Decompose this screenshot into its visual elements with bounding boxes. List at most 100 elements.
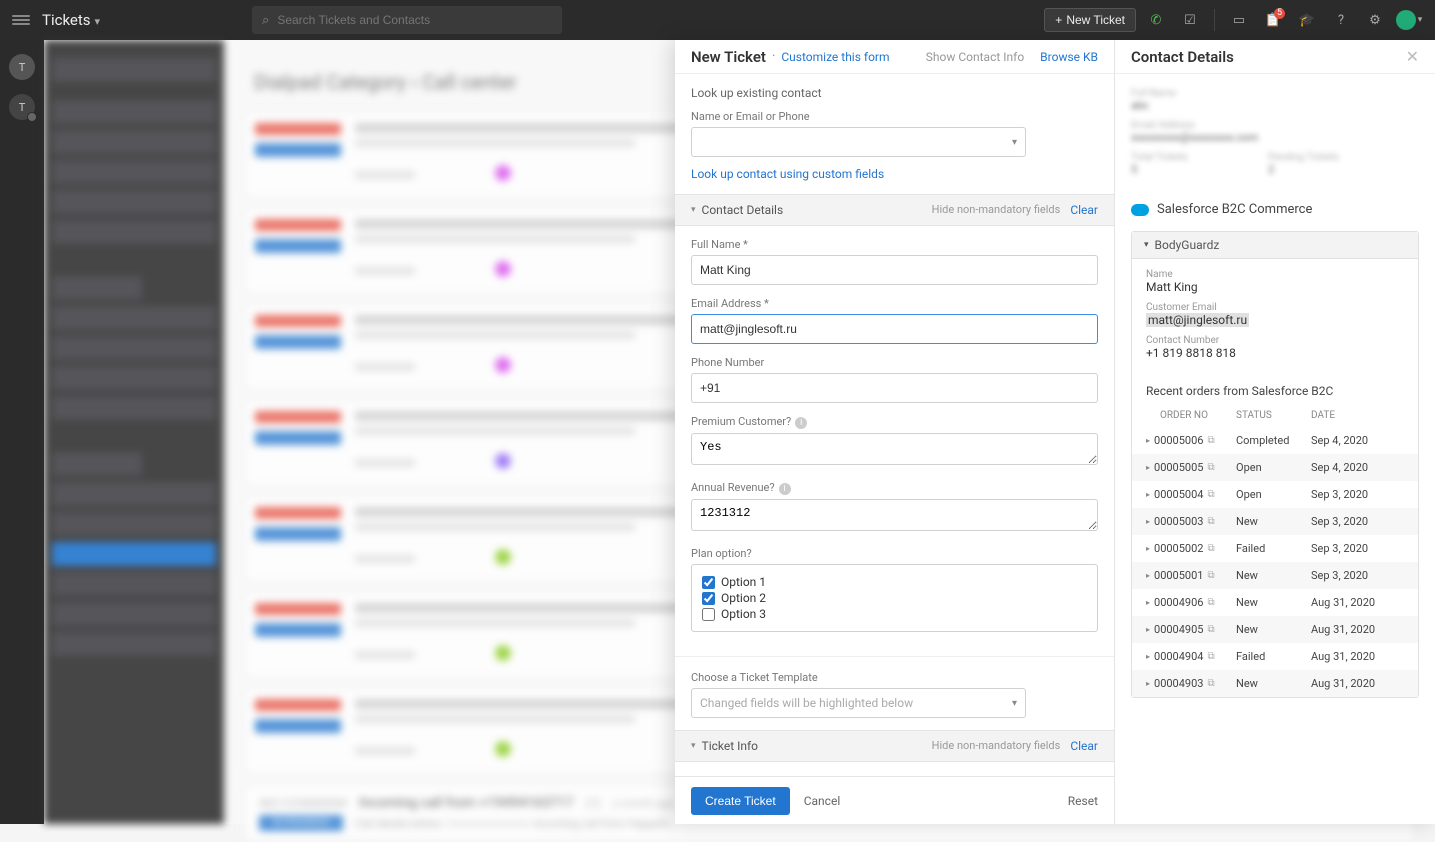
expand-icon: ▸ (1146, 517, 1150, 526)
info-icon: i (795, 417, 807, 429)
contact-blurred-info: Full Name abc Email Address xxxxxxxxx@xx… (1131, 88, 1419, 184)
expand-icon: ▸ (1146, 490, 1150, 499)
premium-input[interactable]: Yes (691, 433, 1098, 465)
check-icon[interactable]: ☑ (1176, 6, 1204, 34)
orders-title: Recent orders from Salesforce B2C (1132, 378, 1418, 404)
open-external-icon[interactable]: ⧉ (1207, 462, 1214, 473)
hide-nonmandatory-link[interactable]: Hide non-mandatory fields (932, 203, 1061, 217)
plan-option-1[interactable]: Option 1 (702, 575, 1087, 589)
premium-label: Premium Customer?i (691, 415, 1098, 429)
reset-button[interactable]: Reset (1068, 794, 1098, 808)
user-menu[interactable]: ▾ (1395, 6, 1423, 34)
open-external-icon[interactable]: ⧉ (1207, 678, 1214, 689)
ticket-info-section-header[interactable]: ▾ Ticket Info Hide non-mandatory fields … (675, 730, 1114, 762)
plan-option-3[interactable]: Option 3 (702, 607, 1087, 621)
clipboard-icon[interactable]: 📋5 (1259, 6, 1287, 34)
app-menu-icon[interactable] (12, 15, 30, 25)
expand-icon: ▸ (1146, 625, 1150, 634)
help-icon[interactable]: ? (1327, 6, 1355, 34)
plan-checkbox-1[interactable] (702, 576, 715, 589)
orders-table: ORDER NO STATUS DATE ▸00005006 ⧉Complete… (1132, 404, 1418, 697)
show-contact-info-link[interactable]: Show Contact Info (926, 50, 1024, 64)
clear-contact-link[interactable]: Clear (1070, 203, 1098, 217)
cancel-button[interactable]: Cancel (804, 794, 841, 808)
global-search[interactable]: ⌕ (252, 6, 562, 34)
order-row[interactable]: ▸00004903 ⧉NewAug 31, 2020 (1132, 670, 1418, 697)
open-external-icon[interactable]: ⧉ (1207, 624, 1214, 635)
chevron-down-icon: ▾ (95, 15, 101, 28)
lookup-contact-select[interactable]: ▾ (691, 127, 1026, 157)
new-ticket-title: New Ticket (691, 48, 766, 66)
expand-icon: ▸ (1146, 652, 1150, 661)
email-label: Email Address * (691, 297, 1098, 310)
search-icon: ⌕ (262, 13, 269, 28)
topbar: Tickets▾ ⌕ +New Ticket ✆ ☑ ▭ 📋5 🎓 ? ⚙ ▾ (0, 0, 1435, 40)
divider (1214, 9, 1215, 31)
lookup-custom-fields-link[interactable]: Look up contact using custom fields (691, 167, 884, 181)
revenue-label: Annual Revenue?i (691, 481, 1098, 495)
order-row[interactable]: ▸00004905 ⧉NewAug 31, 2020 (1132, 616, 1418, 643)
order-row[interactable]: ▸00005003 ⧉NewSep 3, 2020 (1132, 508, 1418, 535)
chevron-down-icon: ▾ (1012, 698, 1017, 709)
create-ticket-button[interactable]: Create Ticket (691, 787, 790, 815)
open-external-icon[interactable]: ⧉ (1207, 435, 1214, 446)
salesforce-row[interactable]: Salesforce B2C Commerce (1131, 196, 1419, 223)
phone-input[interactable] (691, 373, 1098, 403)
full-name-label: Full Name * (691, 238, 1098, 251)
lookup-label: Look up existing contact (691, 86, 1098, 100)
overlay-panels: New Ticket · Customize this form Show Co… (675, 40, 1435, 824)
book-icon[interactable]: ▭ (1225, 6, 1253, 34)
plan-checkbox-3[interactable] (702, 608, 715, 621)
chevron-down-icon: ▾ (1012, 137, 1017, 148)
plan-checkbox-2[interactable] (702, 592, 715, 605)
order-row[interactable]: ▸00004906 ⧉NewAug 31, 2020 (1132, 589, 1418, 616)
revenue-input[interactable]: 1231312 (691, 499, 1098, 531)
plan-options-group: Option 1 Option 2 Option 3 (691, 564, 1098, 632)
order-row[interactable]: ▸00005002 ⧉FailedSep 3, 2020 (1132, 535, 1418, 562)
browse-kb-link[interactable]: Browse KB (1040, 50, 1098, 64)
hide-nonmandatory-link-2[interactable]: Hide non-mandatory fields (932, 739, 1061, 753)
new-ticket-button[interactable]: +New Ticket (1044, 8, 1136, 32)
caret-down-icon: ▾ (691, 205, 696, 215)
contact-panel-header: Contact Details ✕ (1115, 40, 1435, 74)
open-external-icon[interactable]: ⧉ (1207, 543, 1214, 554)
order-row[interactable]: ▸00005004 ⧉OpenSep 3, 2020 (1132, 481, 1418, 508)
academy-icon[interactable]: 🎓 (1293, 6, 1321, 34)
search-input[interactable] (277, 13, 552, 27)
ticket-template-select[interactable]: Changed fields will be highlighted below… (691, 688, 1026, 718)
plan-option-2[interactable]: Option 2 (702, 591, 1087, 605)
open-external-icon[interactable]: ⧉ (1207, 597, 1214, 608)
name-email-phone-label: Name or Email or Phone (691, 110, 1098, 123)
bodyguardz-card: ▾ BodyGuardz Name Matt King Customer Ema… (1131, 231, 1419, 698)
close-icon[interactable]: ✕ (1406, 47, 1419, 66)
customize-form-link[interactable]: Customize this form (781, 50, 889, 64)
card-contactno-value: +1 819 8818 818 (1146, 346, 1404, 360)
gear-icon[interactable]: ⚙ (1361, 6, 1389, 34)
open-external-icon[interactable]: ⧉ (1207, 570, 1214, 581)
order-row[interactable]: ▸00005001 ⧉NewSep 3, 2020 (1132, 562, 1418, 589)
phone-icon[interactable]: ✆ (1142, 6, 1170, 34)
module-switcher[interactable]: Tickets▾ (42, 11, 100, 29)
card-name-label: Name (1146, 269, 1404, 280)
order-row[interactable]: ▸00005005 ⧉OpenSep 4, 2020 (1132, 454, 1418, 481)
plan-label: Plan option? (691, 547, 1098, 560)
expand-icon: ▸ (1146, 463, 1150, 472)
card-contactno-label: Contact Number (1146, 335, 1404, 346)
bodyguardz-header[interactable]: ▾ BodyGuardz (1132, 232, 1418, 259)
order-row[interactable]: ▸00004904 ⧉FailedAug 31, 2020 (1132, 643, 1418, 670)
open-external-icon[interactable]: ⧉ (1207, 651, 1214, 662)
notif-badge: 5 (1274, 8, 1285, 19)
expand-icon: ▸ (1146, 679, 1150, 688)
caret-down-icon: ▾ (691, 741, 696, 751)
contact-details-section-header[interactable]: ▾ Contact Details Hide non-mandatory fie… (675, 194, 1114, 226)
contact-details-title: Contact Details (1131, 48, 1234, 66)
open-external-icon[interactable]: ⧉ (1207, 516, 1214, 527)
clear-ticket-link[interactable]: Clear (1070, 739, 1098, 753)
card-name-value: Matt King (1146, 280, 1404, 294)
open-external-icon[interactable]: ⧉ (1207, 489, 1214, 500)
email-input[interactable] (691, 314, 1098, 344)
order-row[interactable]: ▸00005006 ⧉CompletedSep 4, 2020 (1132, 427, 1418, 454)
expand-icon: ▸ (1146, 544, 1150, 553)
expand-icon: ▸ (1146, 571, 1150, 580)
full-name-input[interactable] (691, 255, 1098, 285)
